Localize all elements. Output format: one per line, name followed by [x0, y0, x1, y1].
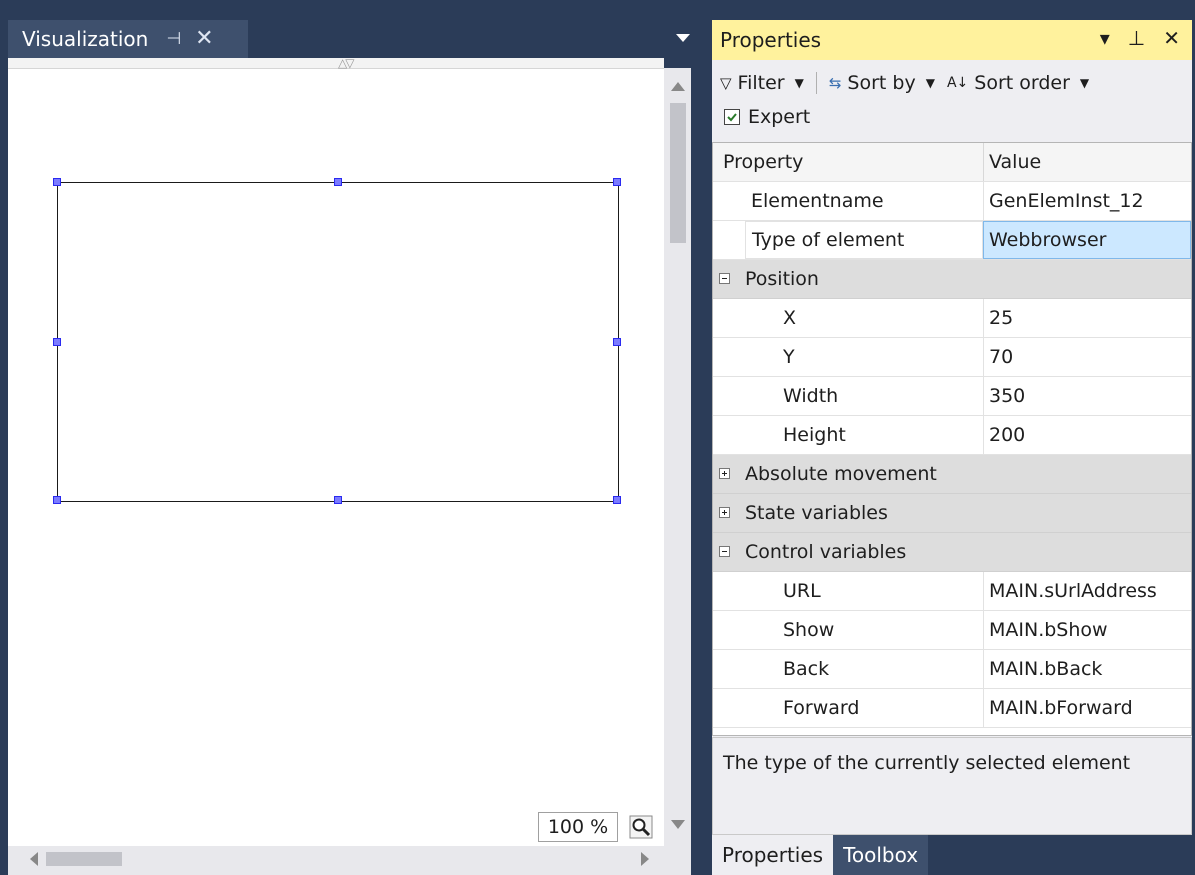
- properties-bottom-tabs: Properties Toolbox: [712, 835, 929, 875]
- property-name: Height: [783, 424, 846, 446]
- zoom-level-field[interactable]: 100 %: [538, 812, 618, 842]
- chevron-down-icon: ▼: [925, 76, 935, 90]
- category-name: Absolute movement: [745, 463, 937, 485]
- property-name: Back: [783, 658, 830, 680]
- sort-order-icon: A↓: [946, 75, 969, 91]
- pin-icon[interactable]: ⊣: [166, 29, 181, 49]
- webbrowser-element[interactable]: [53, 178, 621, 504]
- property-value[interactable]: 200: [983, 416, 1191, 454]
- scroll-right-icon[interactable]: [641, 852, 649, 866]
- tab-properties[interactable]: Properties: [712, 835, 834, 875]
- vertical-scroll-thumb[interactable]: [670, 103, 686, 243]
- property-value[interactable]: MAIN.bForward: [983, 689, 1191, 727]
- filter-icon: ▽: [720, 74, 732, 92]
- resize-handle-top-left[interactable]: [53, 178, 61, 186]
- splitter-arrows-icon[interactable]: △▽: [338, 57, 355, 69]
- canvas-ruler-strip: [8, 58, 664, 69]
- sort-order-label: Sort order: [974, 72, 1070, 94]
- collapse-icon[interactable]: [719, 273, 730, 284]
- property-row-elementname[interactable]: Elementname GenElemInst_12: [713, 182, 1191, 221]
- resize-handle-bottom-left[interactable]: [53, 496, 61, 504]
- property-grid-header: Property Value: [713, 143, 1191, 182]
- expert-toggle[interactable]: Expert: [724, 106, 810, 128]
- property-value[interactable]: 25: [983, 299, 1191, 337]
- horizontal-scroll-thumb[interactable]: [46, 852, 122, 866]
- property-name: Show: [783, 619, 835, 641]
- sort-order-button[interactable]: A↓ Sort order ▼: [947, 72, 1089, 94]
- property-row-url[interactable]: URL MAIN.sUrlAddress: [713, 572, 1191, 611]
- close-icon[interactable]: ✕: [195, 28, 213, 50]
- property-row-type-of-element[interactable]: Type of element Webbrowser: [713, 221, 1191, 260]
- sort-by-icon: ⇆: [828, 74, 842, 92]
- property-row-show[interactable]: Show MAIN.bShow: [713, 611, 1191, 650]
- property-row-height[interactable]: Height 200: [713, 416, 1191, 455]
- scroll-left-icon[interactable]: [30, 852, 38, 866]
- resize-handle-top[interactable]: [334, 178, 342, 186]
- property-row-forward[interactable]: Forward MAIN.bForward: [713, 689, 1191, 728]
- column-header-property: Property: [723, 151, 804, 173]
- category-name: Control variables: [745, 541, 907, 563]
- property-row-x[interactable]: X 25: [713, 299, 1191, 338]
- window-position-dropdown-icon[interactable]: ▾: [1100, 26, 1110, 50]
- expert-label: Expert: [748, 106, 811, 128]
- pin-icon[interactable]: ⊥: [1128, 26, 1145, 50]
- property-value[interactable]: MAIN.bBack: [983, 650, 1191, 688]
- resize-handle-top-right[interactable]: [613, 178, 621, 186]
- collapse-icon[interactable]: [719, 546, 730, 557]
- expert-checkbox[interactable]: [724, 109, 740, 125]
- scroll-up-icon[interactable]: [671, 82, 685, 91]
- property-name: Elementname: [751, 190, 884, 212]
- resize-handle-bottom[interactable]: [334, 496, 342, 504]
- property-value[interactable]: 350: [983, 377, 1191, 415]
- property-name: Y: [783, 346, 795, 368]
- category-row-control-variables[interactable]: Control variables: [713, 533, 1191, 572]
- chevron-down-icon: ▼: [1079, 76, 1090, 90]
- property-grid[interactable]: Property Value Elementname GenElemInst_1…: [712, 142, 1192, 736]
- property-name: Forward: [783, 697, 860, 719]
- properties-toolbar: ▽ Filter ▼ ⇆ Sort by ▼ A↓ Sort order ▼: [720, 64, 1089, 102]
- expand-icon[interactable]: [719, 507, 730, 518]
- property-row-width[interactable]: Width 350: [713, 377, 1191, 416]
- toolbar-separator: [815, 72, 817, 94]
- resize-handle-right[interactable]: [613, 338, 621, 346]
- property-name: X: [783, 307, 797, 329]
- filter-button[interactable]: ▽ Filter ▼: [720, 72, 804, 94]
- property-row-y[interactable]: Y 70: [713, 338, 1191, 377]
- document-list-dropdown-icon[interactable]: [676, 34, 690, 42]
- column-header-value: Value: [983, 143, 1191, 181]
- property-name: URL: [783, 580, 821, 602]
- scroll-down-icon[interactable]: [671, 820, 685, 829]
- property-value[interactable]: 70: [983, 338, 1191, 376]
- properties-titlebar[interactable]: Properties ▾ ⊥ ✕: [712, 20, 1192, 60]
- close-icon[interactable]: ✕: [1163, 26, 1180, 50]
- property-row-back[interactable]: Back MAIN.bBack: [713, 650, 1191, 689]
- resize-handle-bottom-right[interactable]: [613, 496, 621, 504]
- property-name: Width: [783, 385, 839, 407]
- filter-label: Filter: [737, 72, 785, 94]
- resize-handle-left[interactable]: [53, 338, 61, 346]
- properties-title: Properties: [720, 28, 822, 52]
- category-row-absolute-movement[interactable]: Absolute movement: [713, 455, 1191, 494]
- expand-icon[interactable]: [719, 468, 730, 479]
- property-name: Type of element: [745, 221, 983, 259]
- category-name: State variables: [745, 502, 888, 524]
- category-row-state-variables[interactable]: State variables: [713, 494, 1191, 533]
- tab-visualization-title: Visualization: [22, 27, 149, 51]
- property-value[interactable]: GenElemInst_12: [983, 182, 1191, 220]
- property-description: The type of the currently selected eleme…: [712, 737, 1192, 835]
- sort-by-button[interactable]: ⇆ Sort by ▼: [829, 72, 935, 94]
- property-value[interactable]: Webbrowser: [983, 221, 1191, 259]
- property-value[interactable]: MAIN.bShow: [983, 611, 1191, 649]
- zoom-magnifier-icon[interactable]: [624, 812, 658, 842]
- property-value[interactable]: MAIN.sUrlAddress: [983, 572, 1191, 610]
- tab-toolbox[interactable]: Toolbox: [833, 835, 929, 875]
- category-row-position[interactable]: Position: [713, 260, 1191, 299]
- tab-visualization[interactable]: Visualization ⊣ ✕: [8, 20, 248, 58]
- category-name: Position: [745, 268, 819, 290]
- chevron-down-icon: ▼: [794, 76, 804, 90]
- sort-by-label: Sort by: [847, 72, 916, 94]
